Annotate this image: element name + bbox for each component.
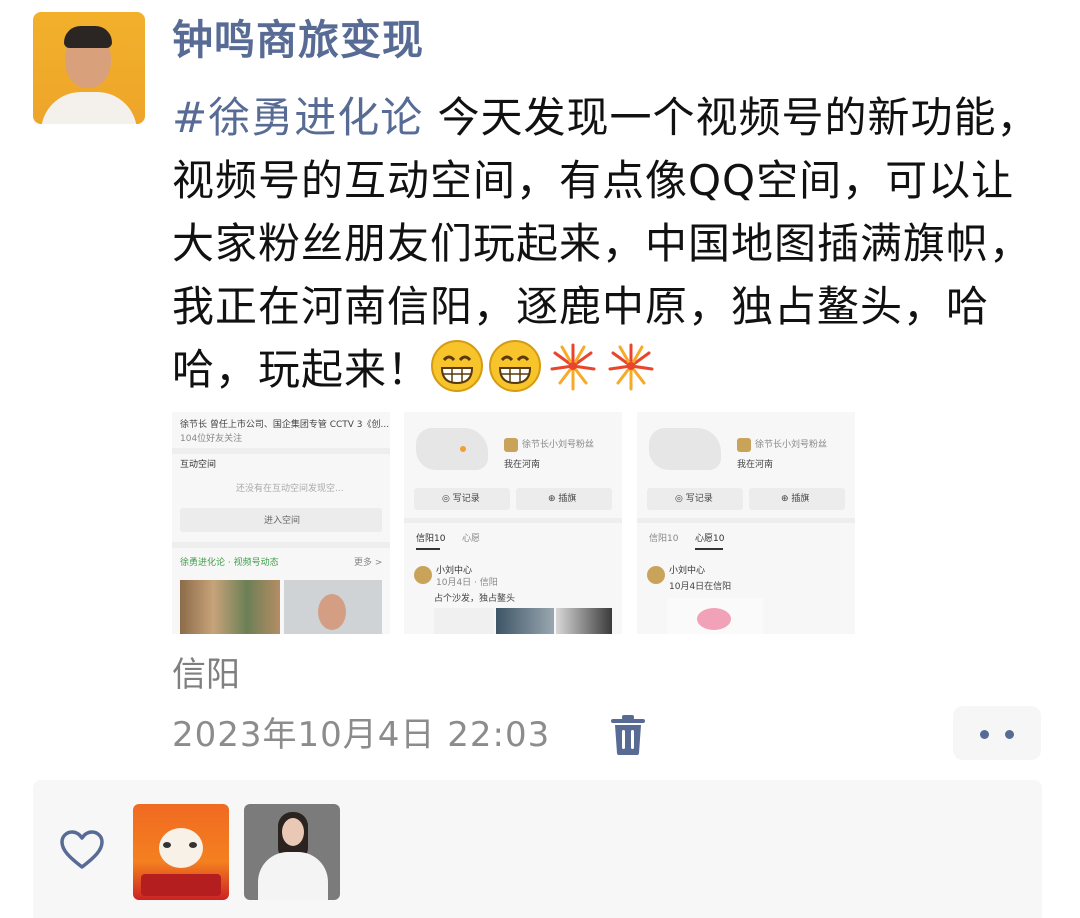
- liker-avatar-woman-white-coat[interactable]: [244, 804, 340, 900]
- likes-panel: [33, 780, 1042, 918]
- image1-hint: 还没有在互动空间发现空...: [236, 484, 344, 494]
- image3-poster: 小刘中心: [669, 566, 706, 576]
- image1-bookshelf-thumb: [180, 580, 280, 634]
- post-text: #徐勇进化论 今天发现一个视频号的新功能，视频号的互动空间，有点像QQ空间，可以…: [172, 86, 1042, 401]
- image3-sub-line: 我在河南: [737, 460, 774, 470]
- image3-post-text: 10月4日在信阳: [669, 582, 732, 592]
- avatar-shirt: [41, 92, 137, 124]
- image2-photo-thumb: [496, 608, 554, 634]
- image3-user-line: 徐节长小刘号粉丝: [755, 440, 828, 450]
- image1-section: 互动空间: [180, 460, 217, 470]
- image3-china-map: [649, 428, 721, 470]
- image2-sub-line: 我在河南: [504, 460, 541, 470]
- image1-line1: 徐节长 曾任上市公司、国企集团专管 CCTV 3《创...: [180, 420, 390, 430]
- post-image-2[interactable]: 徐节长小刘号粉丝 我在河南 ◎ 写记录 ⊕ 插旗 信阳10 心愿 小刘中心 10…: [404, 412, 622, 634]
- hashtag-link[interactable]: #徐勇进化论: [172, 93, 423, 142]
- image1-portrait-thumb: [284, 580, 382, 634]
- image3-btn1: ◎ 写记录: [675, 494, 713, 504]
- location-link[interactable]: 信阳: [172, 650, 240, 700]
- image2-btn2: ⊕ 插旗: [548, 494, 577, 504]
- post-timestamp: 2023年10月4日 22:03: [172, 715, 551, 755]
- image2-poster: 小刘中心: [436, 566, 473, 576]
- trash-icon[interactable]: [608, 714, 648, 756]
- fireworks-emoji-icon: [550, 343, 596, 391]
- image1-feed-title: 徐勇进化论 · 视频号动态: [180, 558, 279, 568]
- fireworks-emoji-icon: [608, 343, 654, 391]
- grin-emoji-icon: [431, 340, 484, 392]
- liker-avatar-lucky-cat[interactable]: [133, 804, 229, 900]
- post-image-3[interactable]: 徐节长小刘号粉丝 我在河南 ◎ 写记录 ⊕ 插旗 信阳10 心愿10 小刘中心 …: [637, 412, 855, 634]
- post-image-1[interactable]: 徐节长 曾任上市公司、国企集团专管 CCTV 3《创... 104位好友关注 互…: [172, 412, 390, 634]
- image1-feed-more: 更多 >: [354, 558, 383, 568]
- image2-user-line: 徐节长小刘号粉丝: [522, 440, 595, 450]
- image3-btn2: ⊕ 插旗: [781, 494, 810, 504]
- image3-tab2: 心愿10: [695, 534, 725, 544]
- image2-poster-meta: 10月4日 · 信阳: [436, 578, 498, 588]
- author-avatar[interactable]: [33, 12, 145, 124]
- more-actions-button[interactable]: [953, 706, 1041, 760]
- grin-emoji-icon: [489, 340, 542, 392]
- author-name[interactable]: 钟鸣商旅变现: [172, 12, 424, 68]
- heart-outline-icon[interactable]: [59, 830, 105, 870]
- image2-tab1: 信阳10: [416, 534, 446, 544]
- image2-btn1: ◎ 写记录: [442, 494, 480, 504]
- image3-tab1: 信阳10: [649, 534, 679, 544]
- image3-flower-thumb: [667, 598, 763, 634]
- image2-post-text: 占个沙发，独占鳌头: [434, 594, 516, 604]
- image1-line2: 104位好友关注: [180, 434, 243, 444]
- avatar-hair: [64, 26, 112, 48]
- image2-china-map: [416, 428, 488, 470]
- image1-button-label: 进入空间: [264, 516, 301, 526]
- more-dots-icon: [980, 730, 989, 739]
- image2-tab2: 心愿: [462, 534, 481, 544]
